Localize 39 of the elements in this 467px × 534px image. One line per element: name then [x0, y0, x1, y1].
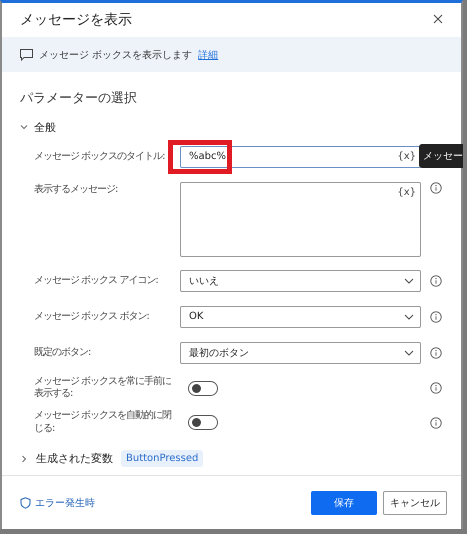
chevron-icon	[404, 312, 414, 321]
info-text: メッセージ ボックスを表示します	[39, 48, 192, 62]
chevron-icon	[20, 454, 28, 462]
section-label[interactable]: 生成された変数	[36, 451, 113, 466]
section-heading: パラメーターの選択	[19, 90, 138, 107]
field-label: メッセージ ボックスを常に手前に表示する:	[34, 376, 172, 401]
chevron-icon	[404, 276, 414, 285]
window-title: メッセージを表示	[20, 11, 132, 30]
field-label: メッセージ ボックス アイコン:	[34, 274, 159, 288]
save-button[interactable]: 保存	[311, 491, 377, 515]
field-label: メッセージ ボックスを自動的に閉じる:	[34, 410, 172, 436]
info-icon[interactable]	[430, 274, 442, 287]
toggle-switch[interactable]	[188, 415, 218, 430]
details-link[interactable]: 詳細	[198, 48, 218, 62]
close-icon	[433, 14, 443, 24]
variable-tag: ButtonPressed	[121, 450, 204, 467]
dropdown[interactable]: OK	[180, 306, 421, 328]
input-field[interactable]: %abc% {x}	[180, 146, 421, 168]
shield-icon	[20, 497, 31, 509]
field-label: メッセージ ボックスのタイトル:	[34, 150, 166, 164]
info-icon[interactable]	[430, 382, 442, 394]
field-label: 表示するメッセージ:	[34, 182, 118, 196]
info-icon[interactable]	[430, 346, 442, 359]
tooltip: メッセー	[419, 144, 463, 168]
dropdown[interactable]: いいえ	[180, 270, 421, 292]
info-icon[interactable]	[430, 310, 442, 323]
input-field[interactable]: {x}	[180, 182, 421, 257]
field-label: 既定のボタン:	[34, 346, 92, 360]
section-label[interactable]: 全般	[34, 120, 56, 135]
cancel-button[interactable]: キャンセル	[383, 491, 447, 515]
chevron-icon	[404, 348, 414, 357]
error-handling-link[interactable]: エラー発生時	[20, 496, 95, 510]
field-label: メッセージ ボックス ボタン:	[34, 310, 150, 324]
info-icon[interactable]	[430, 416, 442, 429]
toggle-switch[interactable]	[188, 380, 218, 396]
info-icon[interactable]	[430, 182, 442, 194]
chevron-icon	[20, 123, 28, 132]
dropdown[interactable]: 最初のボタン	[180, 342, 421, 364]
speech-bubble-icon	[20, 48, 33, 61]
